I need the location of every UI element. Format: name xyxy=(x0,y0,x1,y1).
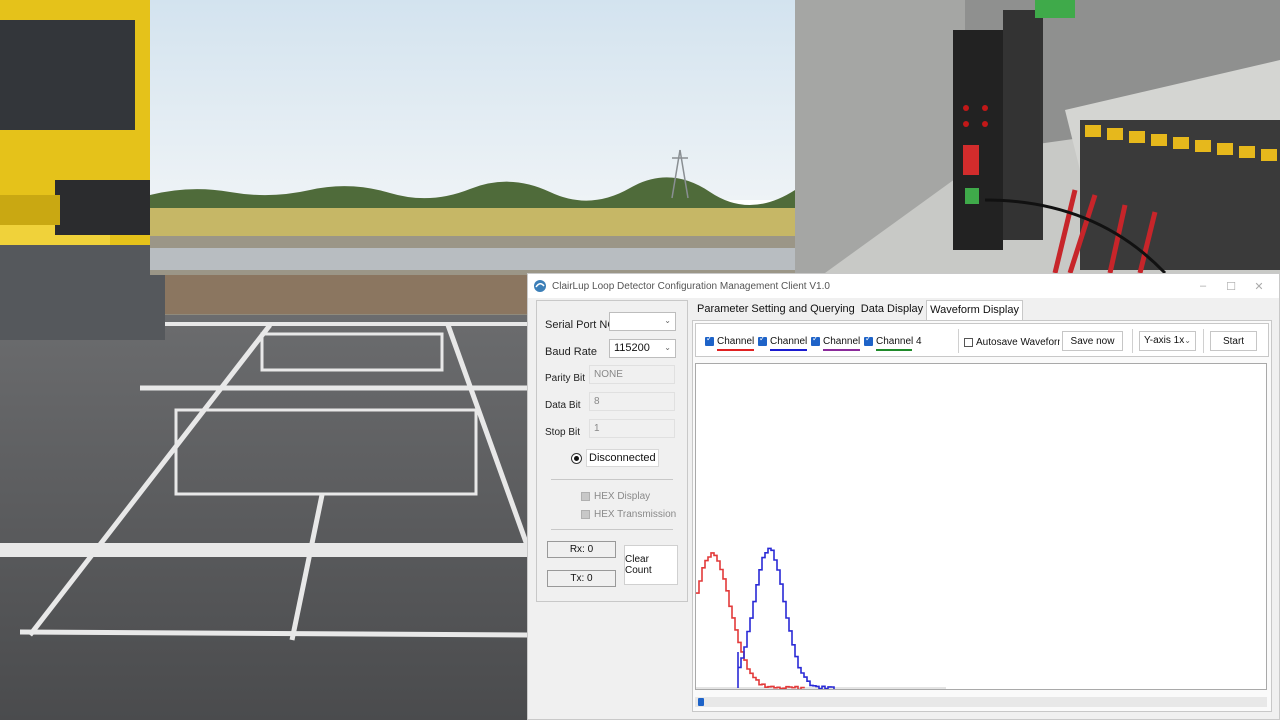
clear-count-button[interactable]: Clear Count xyxy=(624,545,678,585)
hex-transmission-checkbox[interactable]: HEX Transmission xyxy=(581,509,676,520)
baud-rate-label: Baud Rate xyxy=(545,346,597,358)
serial-port-select[interactable]: ⌄ xyxy=(609,312,676,331)
waveform-plot xyxy=(695,363,1267,691)
baud-rate-select[interactable]: 115200 ⌄ xyxy=(609,339,676,358)
radio-icon xyxy=(571,452,582,464)
connection-status: Disconnected xyxy=(586,449,659,467)
channel-3-checkbox[interactable]: Channel xyxy=(811,334,861,351)
y-axis-scale-select[interactable]: Y-axis 1x ⌄ xyxy=(1139,331,1196,351)
save-now-button[interactable]: Save now xyxy=(1062,331,1123,351)
scrollbar-thumb[interactable] xyxy=(698,698,704,706)
horizontal-scrollbar[interactable] xyxy=(695,697,1267,707)
parity-bit-field: NONE xyxy=(589,365,675,384)
minimize-icon[interactable]: – xyxy=(1189,277,1217,295)
divider xyxy=(551,479,673,480)
tab-data-display[interactable]: Data Display xyxy=(858,300,926,320)
field-photo xyxy=(150,0,795,275)
checkbox-icon xyxy=(964,338,973,347)
divider xyxy=(1203,329,1204,353)
chevron-down-icon: ⌄ xyxy=(664,343,671,352)
tab-parameter-setting[interactable]: Parameter Setting and Querying xyxy=(694,300,858,320)
cabinet-photo xyxy=(795,0,1280,273)
divider xyxy=(1132,329,1133,353)
maximize-icon[interactable]: ☐ xyxy=(1217,277,1245,295)
tab-waveform-display[interactable]: Waveform Display xyxy=(926,300,1023,320)
title-bar: ClairLup Loop Detector Configuration Man… xyxy=(528,274,1279,298)
serial-settings-panel: Serial Port NO ⌄ Baud Rate 115200 ⌄ Parit… xyxy=(536,300,688,602)
stop-bit-label: Stop Bit xyxy=(545,427,581,438)
checkbox-icon xyxy=(758,334,767,346)
checkbox-icon xyxy=(581,510,590,519)
chevron-down-icon: ⌄ xyxy=(664,316,671,325)
connection-toggle[interactable]: Disconnected xyxy=(571,449,659,467)
divider xyxy=(958,329,959,353)
chevron-down-icon: ⌄ xyxy=(1184,336,1191,345)
start-button[interactable]: Start xyxy=(1210,331,1257,351)
stop-bit-field: 1 xyxy=(589,419,675,438)
data-bit-label: Data Bit xyxy=(545,400,581,411)
checkbox-icon xyxy=(581,492,590,501)
checkbox-icon xyxy=(811,334,820,346)
checkbox-icon xyxy=(864,334,873,346)
parity-bit-label: Parity Bit xyxy=(545,373,586,384)
rx-counter: Rx: 0 xyxy=(547,541,616,558)
channel-2-waveform xyxy=(737,547,835,690)
close-icon[interactable]: ✕ xyxy=(1245,277,1273,295)
app-logo-icon xyxy=(534,280,546,292)
tab-bar: Parameter Setting and Querying Data Disp… xyxy=(694,300,1023,320)
waveform-panel: Channel Channel Channel Channel 4 Autosa… xyxy=(692,320,1272,712)
hex-display-checkbox[interactable]: HEX Display xyxy=(581,491,650,502)
serial-port-label: Serial Port NO xyxy=(545,319,616,331)
checkbox-icon xyxy=(705,334,714,346)
divider xyxy=(551,529,673,530)
autosave-waveform-checkbox[interactable]: Autosave Waveform xyxy=(964,337,1060,348)
waveform-canvas xyxy=(696,547,946,691)
tx-counter: Tx: 0 xyxy=(547,570,616,587)
window-title: ClairLup Loop Detector Configuration Man… xyxy=(552,280,830,292)
channel-4-checkbox[interactable]: Channel 4 xyxy=(864,334,922,351)
data-bit-field: 8 xyxy=(589,392,675,411)
channel-1-checkbox[interactable]: Channel xyxy=(705,334,755,351)
channel-2-checkbox[interactable]: Channel xyxy=(758,334,808,351)
app-window: ClairLup Loop Detector Configuration Man… xyxy=(527,273,1280,720)
waveform-toolbar: Channel Channel Channel Channel 4 Autosa… xyxy=(695,323,1269,357)
